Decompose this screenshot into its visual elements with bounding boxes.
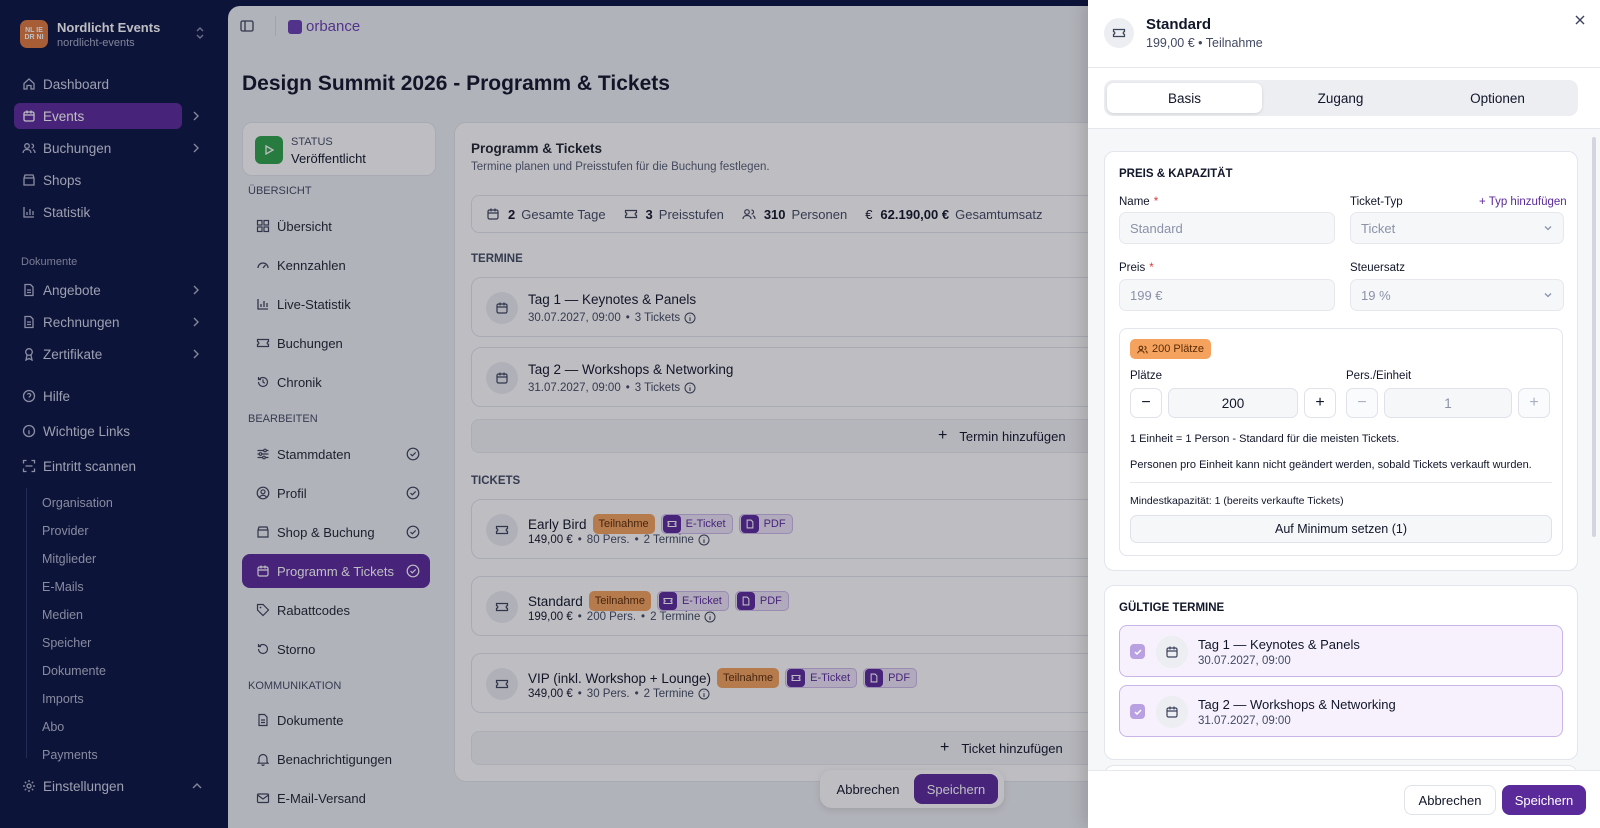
tab-basis[interactable]: Basis	[1107, 83, 1262, 113]
price-label: Preis *	[1119, 262, 1154, 274]
min-capacity-note: Mindestkapazität: 1 (bereits verkaufte T…	[1130, 495, 1344, 507]
valid-dates-card: GÜLTIGE TERMINE Tag 1 — Keynotes & Panel…	[1104, 585, 1578, 760]
ticket-edit-panel: Standard 199,00 € • Teilnahme Basis Zuga…	[1088, 0, 1600, 828]
capacity-box: 200 Plätze Plätze − 200 + Pers./Einheit …	[1119, 328, 1563, 556]
valid-date-row[interactable]: Tag 1 — Keynotes & Panels 30.07.2027, 09…	[1119, 625, 1563, 677]
date-datetime: 30.07.2027, 09:00	[1198, 655, 1291, 667]
pers-increment-button[interactable]: +	[1518, 388, 1550, 418]
pers-per-unit-label: Pers./Einheit	[1346, 370, 1412, 382]
tax-label: Steuersatz	[1350, 262, 1405, 274]
panel-cancel-button[interactable]: Abbrechen	[1404, 785, 1496, 815]
places-decrement-button[interactable]: −	[1130, 388, 1162, 418]
add-type-link[interactable]: + Typ hinzufügen	[1479, 196, 1567, 208]
calendar-icon	[1156, 696, 1188, 728]
card-heading: GÜLTIGE TERMINE	[1119, 602, 1225, 614]
price-input[interactable]: 199 €	[1119, 279, 1335, 311]
panel-footer: Abbrechen Speichern	[1088, 770, 1600, 828]
date-checkbox[interactable]	[1130, 644, 1145, 659]
ticket-type-label: Ticket-Typ	[1350, 196, 1403, 208]
date-title: Tag 1 — Keynotes & Panels	[1198, 637, 1360, 652]
date-checkbox[interactable]	[1130, 704, 1145, 719]
divider	[1130, 482, 1552, 483]
tax-select[interactable]: 19 %	[1350, 279, 1564, 311]
ticket-type-value: Ticket	[1361, 220, 1396, 236]
name-input[interactable]: Standard	[1119, 212, 1335, 244]
tab-optionen[interactable]: Optionen	[1420, 83, 1575, 113]
date-datetime: 31.07.2027, 09:00	[1198, 715, 1291, 727]
users-icon	[1137, 344, 1148, 355]
panel-save-button[interactable]: Speichern	[1502, 785, 1586, 815]
date-title: Tag 2 — Workshops & Networking	[1198, 697, 1396, 712]
panel-subtitle: 199,00 € • Teilnahme	[1146, 36, 1263, 50]
valid-date-row[interactable]: Tag 2 — Workshops & Networking 31.07.202…	[1119, 685, 1563, 737]
scrollbar[interactable]	[1592, 137, 1596, 537]
unit-note: 1 Einheit = 1 Person - Standard für die …	[1130, 433, 1400, 445]
pers-decrement-button[interactable]: −	[1346, 388, 1378, 418]
places-value[interactable]: 200	[1168, 388, 1298, 418]
places-label: Plätze	[1130, 370, 1162, 382]
panel-tabs: Basis Zugang Optionen	[1104, 80, 1578, 116]
chevron-down-icon	[1543, 290, 1553, 300]
panel-header: Standard 199,00 € • Teilnahme	[1088, 0, 1600, 68]
capacity-badge-label: 200 Plätze	[1152, 343, 1204, 355]
set-minimum-button[interactable]: Auf Minimum setzen (1)	[1130, 515, 1552, 543]
ticket-type-select[interactable]: Ticket	[1350, 212, 1564, 244]
close-icon[interactable]	[1574, 14, 1586, 26]
panel-body: PREIS & KAPAZITÄT Name * Standard Ticket-…	[1088, 128, 1600, 770]
capacity-badge: 200 Plätze	[1130, 339, 1211, 359]
price-capacity-card: PREIS & KAPAZITÄT Name * Standard Ticket-…	[1104, 151, 1578, 571]
card-heading: PREIS & KAPAZITÄT	[1119, 168, 1233, 180]
panel-title: Standard	[1146, 16, 1212, 33]
chevron-down-icon	[1543, 223, 1553, 233]
unit-lock-note: Personen pro Einheit kann nicht geändert…	[1130, 459, 1532, 471]
pers-per-unit-value[interactable]: 1	[1384, 388, 1512, 418]
places-increment-button[interactable]: +	[1304, 388, 1336, 418]
name-label: Name *	[1119, 196, 1159, 208]
modal-backdrop[interactable]	[0, 0, 1088, 828]
calendar-icon	[1156, 636, 1188, 668]
ticket-icon	[1104, 18, 1134, 48]
tab-zugang[interactable]: Zugang	[1263, 83, 1418, 113]
tax-value: 19 %	[1361, 287, 1391, 303]
